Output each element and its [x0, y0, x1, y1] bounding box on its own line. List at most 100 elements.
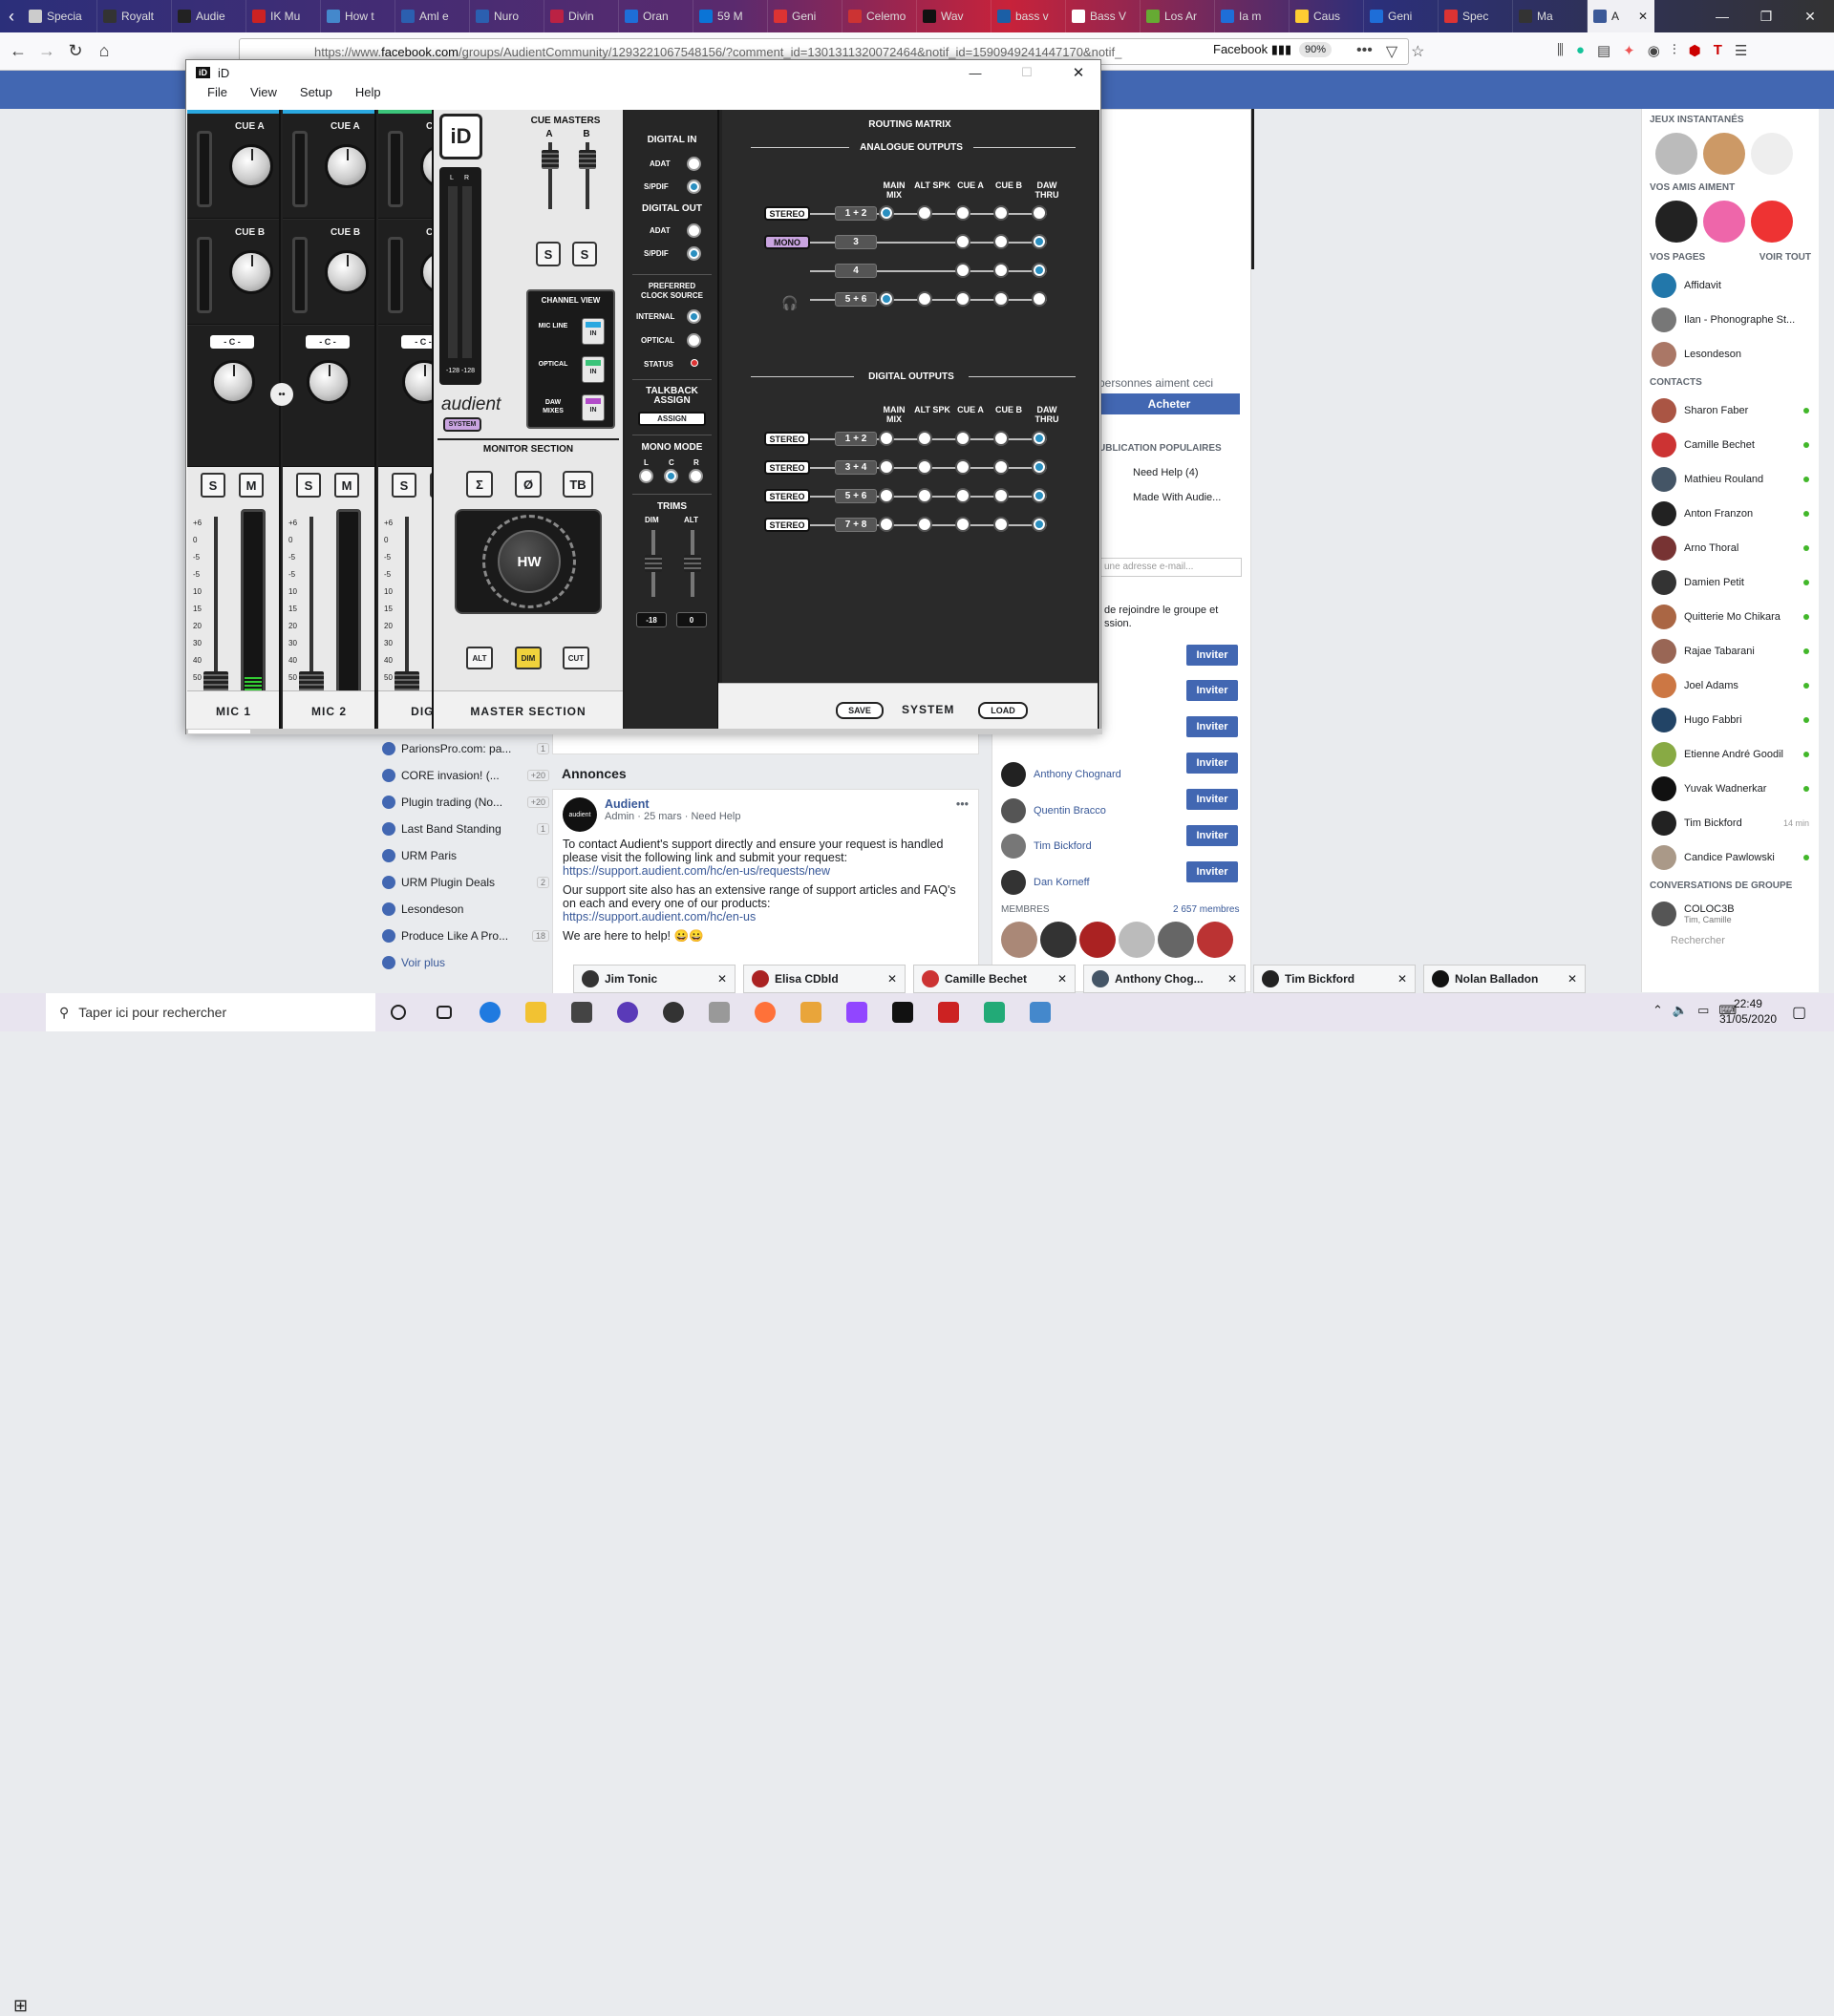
mute-button[interactable]: M — [239, 473, 264, 498]
mono-r-radio[interactable] — [689, 469, 703, 483]
browser-tab[interactable]: Wav — [917, 0, 992, 32]
chat-tab[interactable]: Elisa CDbld ✕ — [743, 965, 906, 993]
invite-button[interactable]: Inviter — [1186, 789, 1238, 810]
app-maximize-button[interactable]: ☐ — [1005, 65, 1049, 80]
channel-view-in-button[interactable]: IN — [582, 318, 605, 345]
invite-button[interactable]: Inviter — [1186, 716, 1238, 737]
clock-internal-radio[interactable] — [687, 309, 701, 324]
routing-node[interactable] — [1032, 263, 1047, 278]
chat-tab[interactable]: Camille Bechet ✕ — [913, 965, 1076, 993]
mono-c-radio[interactable] — [664, 469, 678, 483]
more-icon[interactable]: ••• — [1356, 42, 1373, 61]
browser-tab[interactable]: Geni — [1364, 0, 1439, 32]
sync-icon[interactable]: ⫶ — [1673, 42, 1676, 59]
menu-help[interactable]: Help — [344, 85, 393, 104]
forward-icon[interactable]: → — [32, 37, 61, 66]
digital-out-spdif-radio[interactable] — [687, 246, 701, 261]
post-link-1[interactable]: https://support.audient.com/hc/en-us/req… — [563, 864, 969, 878]
pan-knob[interactable] — [307, 360, 351, 404]
cue-b-knob[interactable] — [325, 250, 369, 294]
browser-tab[interactable]: Geni — [768, 0, 842, 32]
routing-node[interactable] — [1032, 431, 1047, 446]
chat-close-icon[interactable]: ✕ — [1227, 972, 1237, 986]
app-close-button[interactable]: ✕ — [1056, 64, 1100, 81]
tab-close-icon[interactable]: ✕ — [1638, 10, 1648, 23]
routing-node[interactable] — [1032, 291, 1047, 307]
routing-node[interactable] — [1032, 517, 1047, 532]
phase-button[interactable]: Ø — [515, 471, 542, 498]
digital-in-adat-radio[interactable] — [687, 157, 701, 171]
liked-page-icon[interactable] — [1751, 201, 1793, 243]
library-icon[interactable]: ⫼ — [1557, 42, 1564, 59]
routing-node[interactable] — [955, 431, 970, 446]
app-icon-media[interactable] — [788, 993, 834, 1031]
browser-tab[interactable]: IK Mu — [246, 0, 321, 32]
cue-a-knob[interactable] — [229, 144, 273, 188]
routing-node[interactable] — [955, 291, 970, 307]
member-item[interactable]: Dan Korneff — [1001, 870, 1090, 895]
browser-tab[interactable]: Oran — [619, 0, 693, 32]
browser-tab[interactable]: A ✕ — [1588, 0, 1654, 32]
browser-tab[interactable]: Los Ar — [1141, 0, 1215, 32]
routing-node[interactable] — [955, 263, 970, 278]
extension-icon[interactable]: ✦ — [1623, 42, 1635, 59]
browser-tab[interactable]: Caus — [1290, 0, 1364, 32]
routing-node[interactable] — [917, 431, 932, 446]
app-icon-device[interactable] — [696, 993, 742, 1031]
app-icon-a[interactable] — [559, 993, 605, 1031]
game-icon[interactable] — [1703, 133, 1745, 175]
solo-button[interactable]: S — [392, 473, 416, 498]
output-type-pill[interactable]: STEREO — [764, 432, 810, 446]
browser-tab[interactable]: Nuro — [470, 0, 544, 32]
volume-icon[interactable]: 🔈 — [1673, 1003, 1688, 1018]
mono-l-radio[interactable] — [639, 469, 653, 483]
solo-button[interactable]: S — [201, 473, 225, 498]
routing-node[interactable] — [955, 517, 970, 532]
see-all-link[interactable]: VOIR TOUT — [1759, 252, 1811, 263]
contact-item[interactable]: Mathieu Rouland — [1642, 462, 1819, 497]
routing-node[interactable] — [993, 459, 1009, 475]
routing-node[interactable] — [993, 263, 1009, 278]
post-author[interactable]: Audient — [605, 797, 740, 811]
app-icon-red[interactable] — [926, 993, 971, 1031]
routing-node[interactable] — [917, 488, 932, 503]
group-list-item[interactable]: Voir plus — [382, 949, 549, 976]
group-list-item[interactable]: Produce Like A Pro... 18 — [382, 923, 549, 949]
invite-button[interactable]: Inviter — [1186, 861, 1238, 882]
dim-button[interactable]: DIM — [515, 647, 542, 669]
digital-in-spdif-radio[interactable] — [687, 180, 701, 194]
app-icon-network[interactable] — [1017, 993, 1063, 1031]
group-list-item[interactable]: Lesondeson — [382, 896, 549, 923]
member-item[interactable]: Anthony Chognard — [1001, 762, 1121, 787]
cortana-icon[interactable] — [375, 993, 421, 1031]
liked-page-icon[interactable] — [1655, 201, 1697, 243]
cue-a-solo-button[interactable]: S — [536, 242, 561, 266]
solo-button[interactable]: S — [296, 473, 321, 498]
routing-node[interactable] — [1032, 205, 1047, 221]
browser-tab[interactable]: Ma — [1513, 0, 1588, 32]
bookmark-star-icon[interactable]: ☆ — [1411, 42, 1424, 61]
member-item[interactable]: Tim Bickford — [1001, 834, 1092, 859]
horizontal-scrollbar[interactable] — [186, 729, 1102, 734]
pan-knob[interactable] — [211, 360, 255, 404]
invite-button[interactable]: Inviter — [1186, 645, 1238, 666]
chat-tab[interactable]: Anthony Chog... ✕ — [1083, 965, 1246, 993]
routing-node[interactable] — [1032, 234, 1047, 249]
routing-node[interactable] — [879, 431, 894, 446]
group-list-item[interactable]: URM Paris — [382, 842, 549, 869]
grammarly-icon[interactable]: ● — [1576, 42, 1585, 59]
talkback-assign-button[interactable]: ASSIGN — [638, 412, 706, 426]
cue-b-solo-button[interactable]: S — [572, 242, 597, 266]
close-window-button[interactable]: ✕ — [1788, 0, 1832, 32]
stereo-link-icon[interactable]: •• — [270, 383, 293, 406]
menu-file[interactable]: File — [196, 85, 239, 104]
app-icon-mixer[interactable] — [971, 993, 1017, 1031]
trim-alt-fader[interactable] — [684, 555, 701, 572]
zoom-indicator[interactable]: 90% — [1299, 42, 1333, 57]
chat-close-icon[interactable]: ✕ — [717, 972, 727, 986]
cue-a-knob[interactable] — [420, 144, 432, 188]
routing-node[interactable] — [917, 205, 932, 221]
browser-tab[interactable]: How t — [321, 0, 395, 32]
start-icon[interactable]: ⊞ — [13, 1996, 28, 2016]
clock-optical-radio[interactable] — [687, 333, 701, 348]
